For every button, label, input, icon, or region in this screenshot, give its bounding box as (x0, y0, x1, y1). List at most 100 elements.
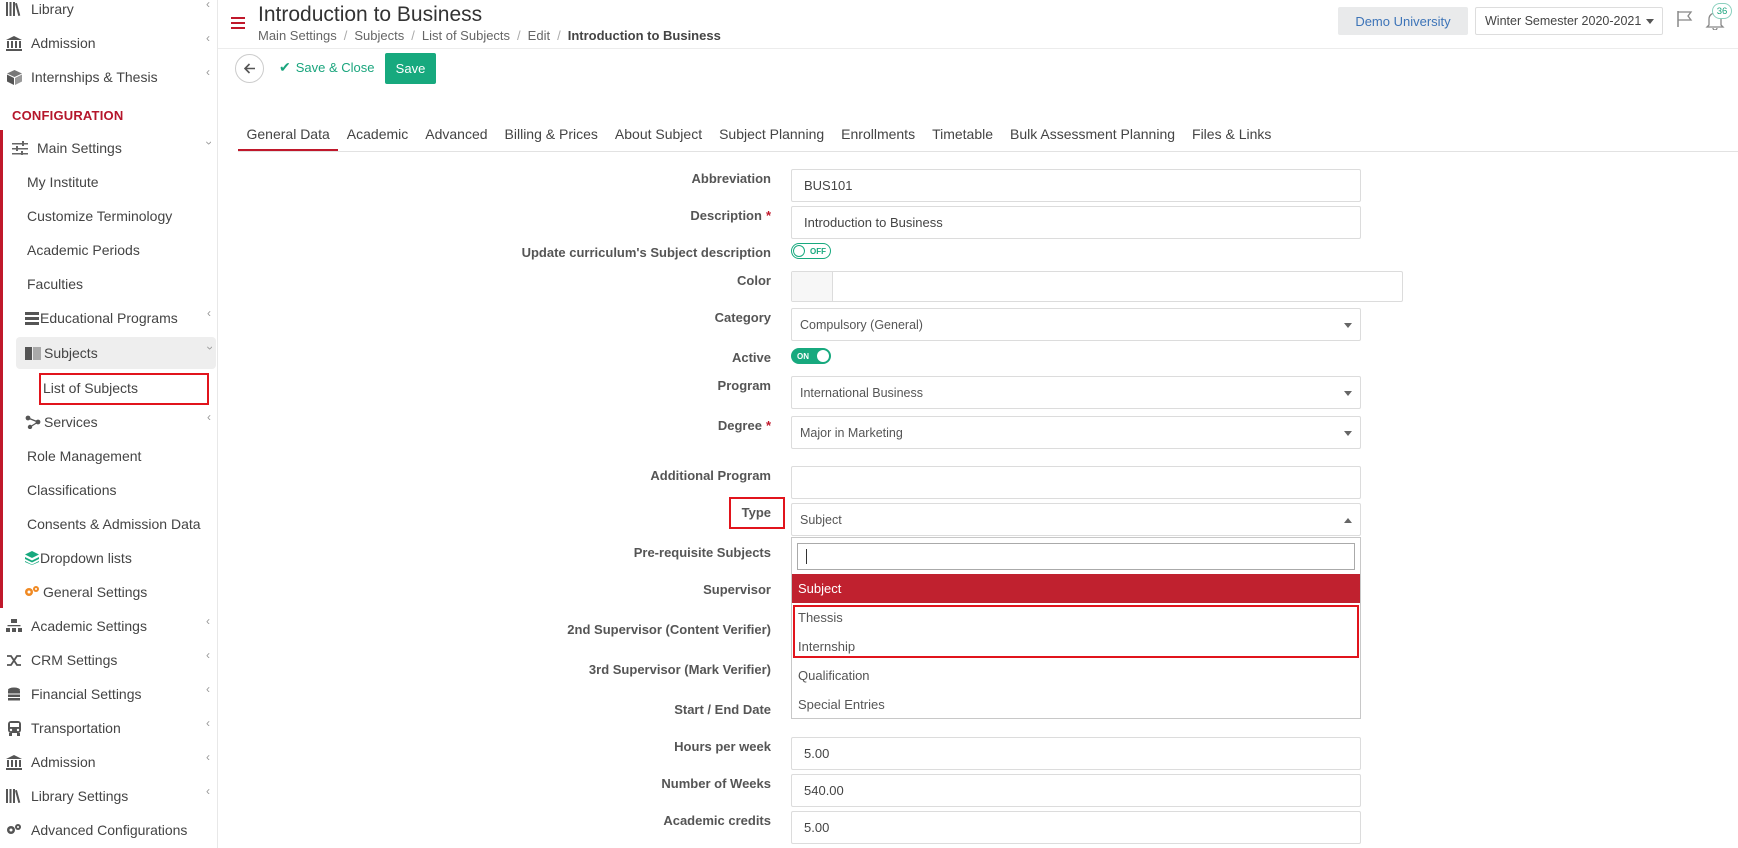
active-toggle[interactable]: ON (791, 348, 831, 364)
dropdown-option[interactable]: Subject (792, 574, 1360, 603)
sidebar-item-main-settings[interactable]: Main Settings ‹ (0, 132, 217, 164)
sidebar-item-library[interactable]: Library ‹ (0, 0, 217, 25)
sidebar-item-internships[interactable]: Internships & Thesis ‹ (0, 61, 217, 93)
sidebar-item-label: General Settings (43, 584, 148, 600)
chevron-left-icon: ‹ (206, 682, 210, 696)
type-select[interactable]: Subject (791, 503, 1361, 536)
sidebar-item-faculties[interactable]: Faculties (27, 276, 83, 292)
book-icon (25, 345, 41, 361)
tab-subject-planning[interactable]: Subject Planning (711, 120, 833, 151)
hours-field[interactable]: 5.00 (791, 737, 1361, 770)
description-label: Description * (690, 208, 771, 223)
dropdown-option[interactable]: Qualification (792, 661, 1360, 690)
supervisor3-label: 3rd Supervisor (Mark Verifier) (588, 662, 771, 677)
notification-badge: 36 (1712, 3, 1732, 19)
category-select[interactable]: Compulsory (General) (791, 308, 1361, 341)
sidebar-item-educational-programs[interactable]: Educational Programs ‹ (17, 302, 217, 334)
breadcrumb: Main Settings / Subjects / List of Subject… (258, 28, 721, 43)
tab-billing-prices[interactable]: Billing & Prices (496, 120, 606, 151)
caret-down-icon (1344, 431, 1352, 436)
dropdown-option[interactable]: Special Entries (792, 690, 1360, 719)
abbreviation-label: Abbreviation (691, 171, 771, 186)
sidebar-item-label: Advanced Configurations (31, 822, 188, 838)
breadcrumb-link[interactable]: Main Settings (258, 28, 337, 43)
category-value: Compulsory (General) (800, 317, 923, 332)
back-button[interactable] (235, 54, 264, 83)
tab-bulk-assessment[interactable]: Bulk Assessment Planning (1002, 120, 1184, 151)
sidebar-item-financial-settings[interactable]: Financial Settings ‹ (0, 678, 217, 710)
save-button[interactable]: Save (385, 53, 436, 84)
program-select[interactable]: International Business (791, 376, 1361, 409)
semester-select[interactable]: Winter Semester 2020-2021 (1475, 7, 1663, 35)
abbreviation-field[interactable]: BUS101 (791, 169, 1361, 202)
sidebar-item-academic-periods[interactable]: Academic Periods (27, 242, 140, 258)
active-label: Active (731, 350, 771, 365)
sidebar-item-label: Internships & Thesis (31, 69, 158, 85)
degree-label: Degree * (718, 418, 771, 433)
sidebar-item-library-settings[interactable]: Library Settings ‹ (0, 780, 217, 812)
additional-program-field[interactable] (791, 466, 1361, 499)
breadcrumb-link[interactable]: Edit (528, 28, 550, 43)
chevron-down-icon: ‹ (201, 141, 215, 145)
color-picker[interactable] (791, 271, 1403, 302)
sidebar-item-admission[interactable]: Admission ‹ (0, 27, 217, 59)
chevron-left-icon: ‹ (206, 784, 210, 798)
credits-field[interactable]: 5.00 (791, 811, 1361, 844)
degree-select[interactable]: Major in Marketing (791, 416, 1361, 449)
tab-advanced[interactable]: Advanced (417, 120, 496, 151)
dropdown-search-input[interactable] (797, 543, 1355, 570)
tab-timetable[interactable]: Timetable (924, 120, 1002, 151)
sidebar-item-label: CRM Settings (31, 652, 118, 668)
tab-about-subject[interactable]: About Subject (606, 120, 710, 151)
sidebar-item-general-settings[interactable]: General Settings (17, 576, 217, 608)
chevron-left-icon: ‹ (206, 750, 210, 764)
sidebar-item-services[interactable]: Services ‹ (17, 406, 217, 438)
sidebar-item-label: Subjects (44, 345, 98, 361)
chevron-left-icon: ‹ (206, 31, 210, 45)
breadcrumb-current: Introduction to Business (567, 28, 721, 43)
chevron-left-icon: ‹ (206, 0, 210, 11)
sidebar-item-customize-terminology[interactable]: Customize Terminology (27, 208, 172, 224)
toggle-state: ON (797, 351, 809, 361)
credits-label: Academic credits (663, 813, 771, 828)
description-field[interactable]: Introduction to Business (791, 206, 1361, 239)
caret-down-icon (1344, 323, 1352, 328)
flag-icon[interactable] (1676, 10, 1694, 28)
sidebar-item-role-management[interactable]: Role Management (27, 448, 141, 464)
weeks-field[interactable]: 540.00 (791, 774, 1361, 807)
sidebar-item-label: Library (31, 1, 74, 17)
save-close-button[interactable]: ✔ Save & Close (279, 59, 375, 76)
sidebar-item-my-institute[interactable]: My Institute (27, 174, 99, 190)
university-button[interactable]: Demo University (1338, 7, 1468, 35)
bank-icon (6, 754, 22, 770)
sidebar-item-subjects[interactable]: Subjects ‹ (17, 337, 217, 369)
tab-enrollments[interactable]: Enrollments (833, 120, 924, 151)
sidebar-item-classifications[interactable]: Classifications (27, 482, 116, 498)
header-divider (218, 48, 1738, 49)
semester-value: Winter Semester 2020-2021 (1485, 14, 1642, 28)
highlight-box (793, 605, 1359, 658)
sidebar-item-academic-settings[interactable]: Academic Settings ‹ (0, 610, 217, 642)
tab-files-links[interactable]: Files & Links (1184, 120, 1280, 151)
degree-label-text: Degree (717, 418, 762, 433)
breadcrumb-link[interactable]: Subjects (354, 28, 404, 43)
breadcrumb-link[interactable]: List of Subjects (422, 28, 510, 43)
text-cursor (806, 549, 807, 564)
sidebar-item-consents[interactable]: Consents & Admission Data (27, 516, 201, 532)
check-icon: ✔ (279, 59, 291, 75)
sidebar-item-crm-settings[interactable]: CRM Settings ‹ (0, 644, 217, 676)
sidebar-item-dropdown-lists[interactable]: Dropdown lists (17, 542, 217, 574)
update-description-toggle[interactable]: OFF (791, 243, 831, 259)
color-swatch[interactable] (792, 272, 833, 301)
highlight-box (729, 497, 785, 529)
sidebar-item-advanced-configurations[interactable]: Advanced Configurations (0, 814, 217, 846)
sidebar-item-transportation[interactable]: Transportation ‹ (0, 712, 217, 744)
type-value: Subject (800, 512, 842, 527)
sidebar-section-title: CONFIGURATION (12, 108, 124, 123)
tab-academic[interactable]: Academic (338, 120, 416, 151)
sidebar-item-admission-settings[interactable]: Admission ‹ (0, 746, 217, 778)
menu-toggle-icon[interactable] (231, 17, 245, 29)
tab-general-data[interactable]: General Data (238, 120, 339, 151)
page-title: Introduction to Business (258, 3, 483, 26)
gears-icon (24, 584, 40, 600)
